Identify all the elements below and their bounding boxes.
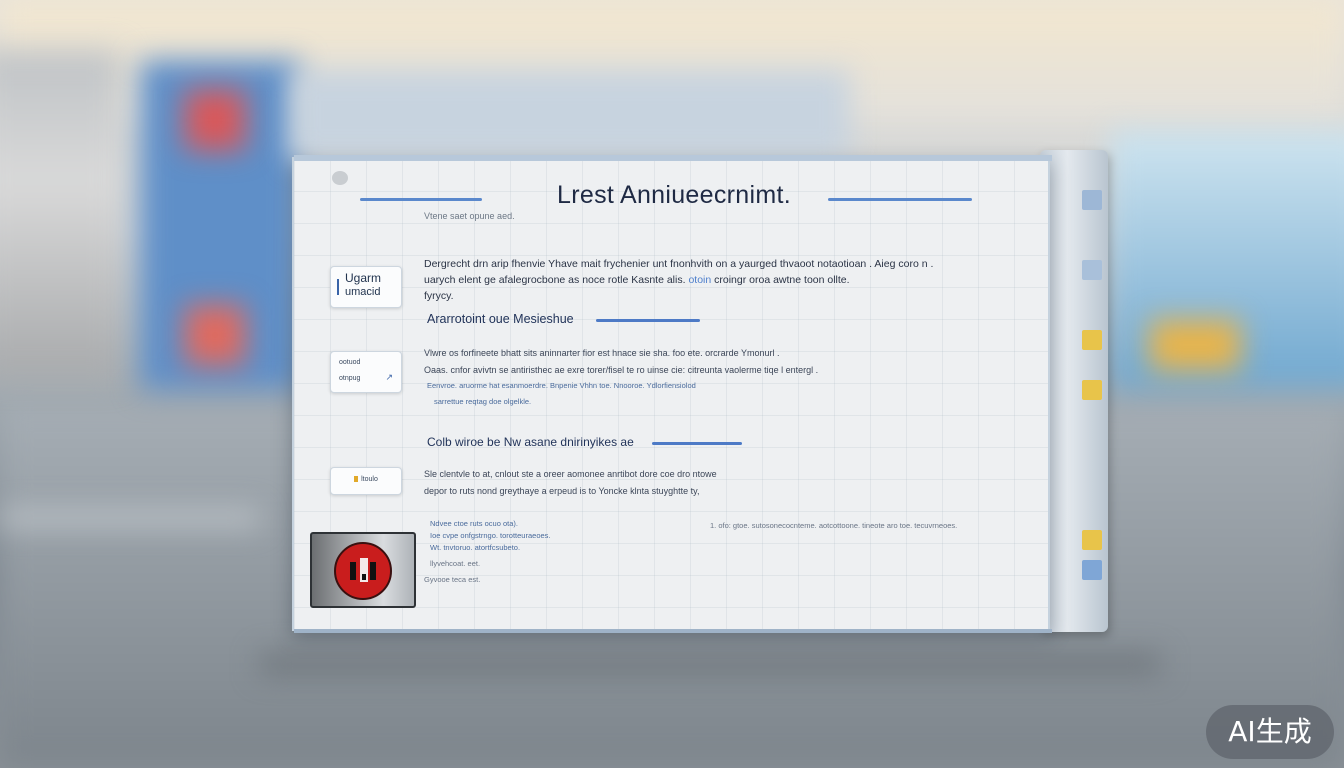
back-card-strip xyxy=(1082,330,1102,350)
background-road-left xyxy=(0,510,260,526)
side-button-primary[interactable]: Ugarm umacid xyxy=(330,266,402,308)
section-1-bullet: Eenvroe. aruorme hat esanmoerdre. Bnpeni… xyxy=(427,381,696,390)
section-2-bullet: Ioe cvpe onfgstrngo. torotteuraeoes. xyxy=(430,531,551,540)
section-1-heading: Ararrotoint oue Mesieshue xyxy=(427,312,574,326)
title-rule-left xyxy=(360,198,482,201)
button-accent-bar xyxy=(337,279,339,295)
background-yellow-sign xyxy=(1150,320,1240,370)
intro-link[interactable]: otoin xyxy=(688,274,711,286)
page-title: Lrest Anniueecrnimt. xyxy=(557,181,791,209)
side-button-tertiary-label: ltoulo xyxy=(361,476,378,483)
status-marker xyxy=(354,476,359,483)
title-rule-right xyxy=(828,198,972,201)
section-1-rule xyxy=(596,319,700,322)
section-2-rule xyxy=(652,442,742,445)
section-2-bullet: Wt. tnvtoruo. atortfcsubeto. xyxy=(430,543,521,552)
back-card-strip xyxy=(1082,190,1102,210)
background-red-sign-top xyxy=(185,90,245,150)
logo-card xyxy=(310,532,416,608)
section-2-heading: Colb wiroe be Nw asane dnirinyikes ae xyxy=(427,435,634,449)
section-1-line: Oaas. cnfor avivtn se antiristhec ae exr… xyxy=(424,365,819,375)
intro-line-2: uarych elent ge afalegrocbone as noce ro… xyxy=(424,272,933,288)
intro-line-3: fyrycy. xyxy=(424,290,454,302)
section-2-line: Sle clentvle to at, cnlout ste a oreer a… xyxy=(424,469,717,479)
background-building-left xyxy=(0,50,120,380)
intro-line-1: Dergrecht drn arip fhenvie Yhave mait fr… xyxy=(424,258,934,270)
section-1-bullet: sarrettue reqtag doe olgelkle. xyxy=(434,397,532,406)
section-2-line: depor to ruts nond greythaye a erpeud is… xyxy=(424,486,700,496)
side-button-tertiary[interactable]: ltoulo xyxy=(330,467,402,495)
camera-icon xyxy=(332,171,348,185)
window-bottom-edge xyxy=(294,629,1052,633)
announcement-window: Lrest Anniueecrnimt. Vtene saet opune ae… xyxy=(292,155,1052,633)
side-button-primary-sublabel: umacid xyxy=(345,286,381,298)
side-button-secondary[interactable]: ootuod otnpug ↗ xyxy=(330,351,402,393)
section-2-bullet: llyvehcoat. eet. xyxy=(430,559,481,568)
page-subtitle: Vtene saet opune aed. xyxy=(424,211,515,221)
arrow-up-right-icon: ↗ xyxy=(385,372,393,382)
window-top-edge xyxy=(294,155,1052,161)
ai-generated-badge: AI生成 xyxy=(1206,705,1334,759)
side-button-secondary-label: ootuod xyxy=(339,359,361,366)
intro-line-2-text: uarych elent ge afalegrocbone as noce ro… xyxy=(424,274,686,286)
intro-paragraph: Dergrecht drn arip fhenvie Yhave mait fr… xyxy=(424,256,933,304)
back-card-strip xyxy=(1082,380,1102,400)
section-2-bullet-right: 1. ofo: gtoe. sutosonecocnteme. aotcotto… xyxy=(710,521,958,530)
logo-emblem-icon xyxy=(334,542,392,600)
back-card-strip xyxy=(1082,560,1102,580)
background-road xyxy=(260,655,1160,673)
side-button-primary-label: Ugarm xyxy=(345,271,382,285)
section-2-bullet: Gyvooe teca est. xyxy=(424,575,481,584)
screen: Lrest Anniueecrnimt. Vtene saet opune ae… xyxy=(0,0,1344,768)
stacked-back-card xyxy=(1040,150,1108,632)
background-red-sign-bottom xyxy=(185,305,245,365)
back-card-strip xyxy=(1082,260,1102,280)
section-1-line: Vlwre os forfineete bhatt sits aninnarte… xyxy=(424,348,780,358)
background-band xyxy=(290,70,850,160)
section-2-bullet: Ndvee ctoe ruts ocuo ota). xyxy=(430,519,518,528)
back-card-strip xyxy=(1082,530,1102,550)
intro-line-2-tail: croingr oroa awtne toon ollte. xyxy=(714,274,850,286)
